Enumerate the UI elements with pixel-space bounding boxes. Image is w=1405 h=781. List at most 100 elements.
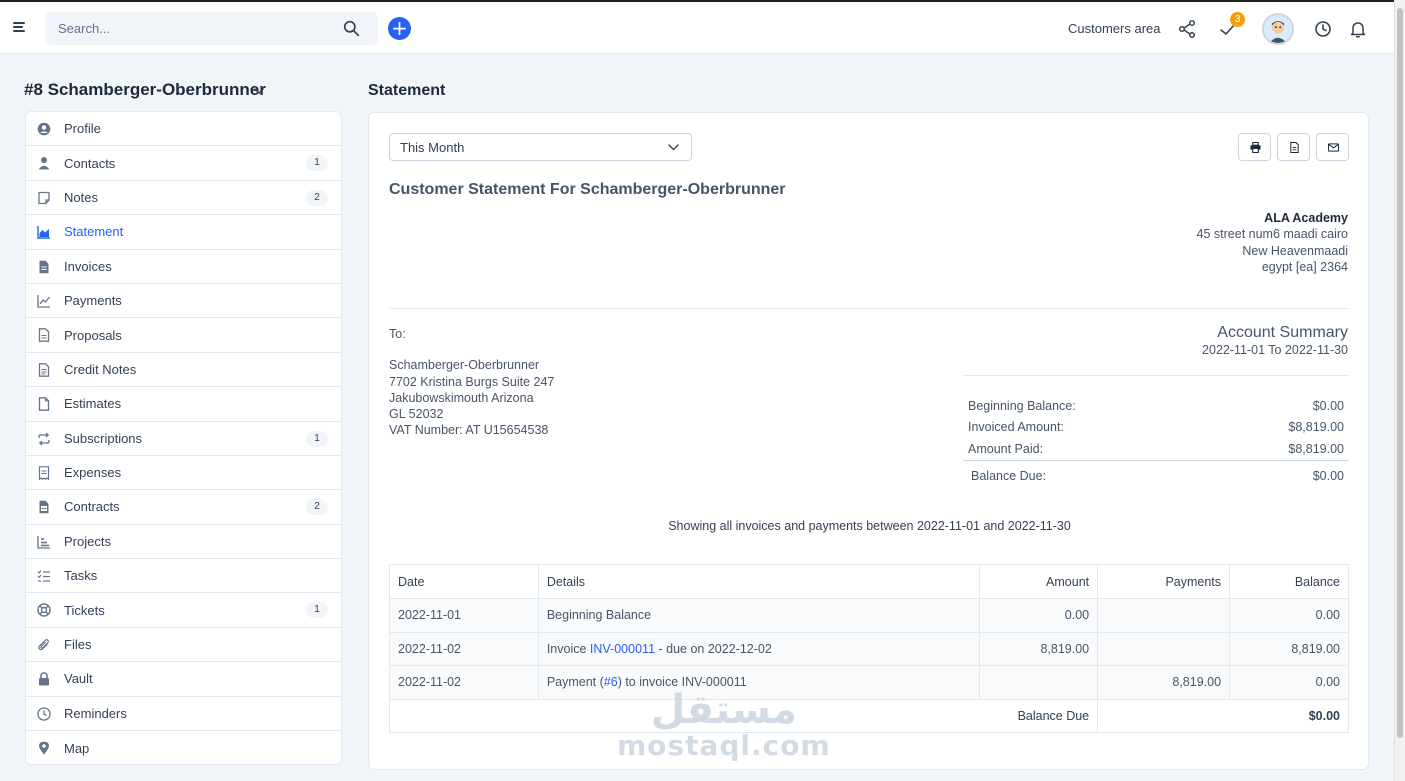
sidebar-item-subscriptions[interactable]: Subscriptions 1 [26,422,341,456]
table-total-row: Balance Due $0.00 [388,698,1349,734]
page-title: Statement [368,82,446,99]
period-select[interactable]: This Month [389,133,692,161]
account-summary-title: Account Summary [1217,324,1348,341]
chevron-down-icon [668,144,679,151]
sidebar-item-expenses[interactable]: Expenses [26,456,341,491]
summary-label: Amount Paid: [968,442,1044,456]
top-navbar: + Customers area 3 [0,0,1394,54]
cell-payments: 8,819.00 [1097,665,1231,700]
cell-balance: 8,819.00 [1229,631,1349,667]
summary-balance-due: Balance Due: $0.00 [968,469,1344,483]
sidebar-item-files[interactable]: Files [26,628,341,663]
statement-title: Customer Statement For Schamberger-Oberb… [389,181,786,198]
sidebar-item-label: Subscriptions [64,430,143,446]
file-text-icon [39,260,49,273]
tasks-badge: 3 [1230,12,1245,27]
sidebar-item-projects[interactable]: Projects [26,525,341,560]
chevron-down-icon[interactable] [253,85,265,97]
company-name: ALA Academy [1264,211,1348,225]
details-text: - due on 2022-12-02 [655,641,772,656]
sidebar-item-proposals[interactable]: Proposals [26,318,341,353]
lock-icon [39,672,49,686]
table-row: 2022-11-01 Beginning Balance 0.00 0.00 [389,598,1349,633]
sidebar-item-label: Payments [64,293,122,309]
client-title[interactable]: #8 Schamberger-Oberbrunner [24,80,266,100]
file-outline-icon [38,397,50,411]
sidebar-item-contacts[interactable]: Contacts 1 [26,146,341,181]
customers-area-link[interactable]: Customers area [1068,21,1160,36]
page-scrollbar[interactable] [1394,0,1405,781]
bill-to-vat: VAT Number: AT U15654538 [389,423,549,438]
clock-icon[interactable] [1313,19,1333,39]
search-icon[interactable] [343,20,360,37]
share-icon[interactable] [1177,19,1197,39]
file-icon [38,328,50,343]
sidebar-item-label: Proposals [64,327,122,343]
bill-to-line: GL 52032 [389,407,444,422]
sidebar-item-label: Contracts [64,499,120,515]
column-header-balance: Balance [1229,564,1349,599]
column-header-date: Date [389,564,539,599]
print-icon [1250,142,1261,153]
watermark-arabic: مستقل [650,687,797,733]
sidebar-item-label: Tickets [64,602,105,618]
sidebar-item-map[interactable]: Map [26,731,341,765]
sidebar-item-tickets[interactable]: Tickets 1 [26,593,341,628]
envelope-icon [1328,143,1339,152]
summary-value: $0.00 [1312,469,1344,483]
print-button[interactable] [1238,133,1271,161]
note-icon [38,191,50,204]
summary-value: $0.00 [1312,399,1344,413]
sidebar-item-label: Credit Notes [64,361,137,377]
statement-table: Date Details Amount Payments Balance 202… [388,564,1349,734]
sidebar-item-payments[interactable]: Payments [26,284,341,319]
statement-range-note: Showing all invoices and payments betwee… [668,519,1071,533]
paperclip-icon [38,638,49,651]
sidebar-item-vault[interactable]: Vault [26,662,341,697]
sidebar-item-label: Profile [64,121,101,137]
clock-icon [37,706,51,721]
count-badge: 1 [306,430,328,447]
sidebar-item-label: Map [64,740,90,756]
summary-value: $8,819.00 [1288,420,1344,434]
company-address-line: New Heavenmaadi [1242,243,1348,258]
cell-details: Invoice INV-000011 - due on 2022-12-02 [537,631,981,667]
send-email-button[interactable] [1316,133,1349,161]
receipt-icon [38,466,50,480]
sidebar-item-label: Invoices [64,258,112,274]
cell-payments [1097,598,1231,633]
repeat-icon [38,432,50,445]
invoice-link[interactable]: INV-000011 [590,642,655,656]
summary-invoiced-amount: Invoiced Amount: $8,819.00 [968,420,1344,434]
download-pdf-button[interactable] [1277,133,1310,161]
notifications-bell-icon[interactable] [1348,19,1368,39]
scrollbar-thumb[interactable] [1397,8,1403,738]
sidebar-item-credit-notes[interactable]: Credit Notes [26,353,341,388]
sidebar-item-notes[interactable]: Notes 2 [26,181,341,216]
search-input[interactable] [45,12,378,45]
list-check-icon [37,570,50,582]
cell-amount [979,665,1099,700]
file-lines-icon [38,362,50,377]
sidebar-item-tasks[interactable]: Tasks [26,559,341,594]
sidebar-item-label: Estimates [64,396,122,412]
bar-chart-icon [37,535,50,549]
company-address: ALA Academy 45 street num6 maadi cairo N… [1197,210,1348,275]
avatar[interactable] [1262,13,1294,45]
sidebar-item-contracts[interactable]: Contracts 2 [26,490,341,525]
menu-toggle-icon[interactable] [13,22,27,36]
sidebar-item-invoices[interactable]: Invoices [26,250,341,284]
sidebar-item-statement[interactable]: Statement [26,215,341,250]
quick-add-button[interactable]: + [388,17,411,40]
sidebar-item-label: Reminders [64,705,127,721]
cell-amount: 8,819.00 [979,631,1099,667]
total-value: $0.00 [1097,698,1349,734]
count-badge: 1 [306,155,328,172]
sidebar-item-estimates[interactable]: Estimates [26,387,341,422]
payment-link[interactable]: #6 [604,675,618,689]
map-marker-icon [39,741,49,755]
sidebar-item-profile[interactable]: Profile [26,112,341,147]
sidebar-item-reminders[interactable]: Reminders [26,697,341,732]
area-chart-icon [37,226,50,239]
company-address-line: 45 street num6 maadi cairo [1196,227,1348,242]
